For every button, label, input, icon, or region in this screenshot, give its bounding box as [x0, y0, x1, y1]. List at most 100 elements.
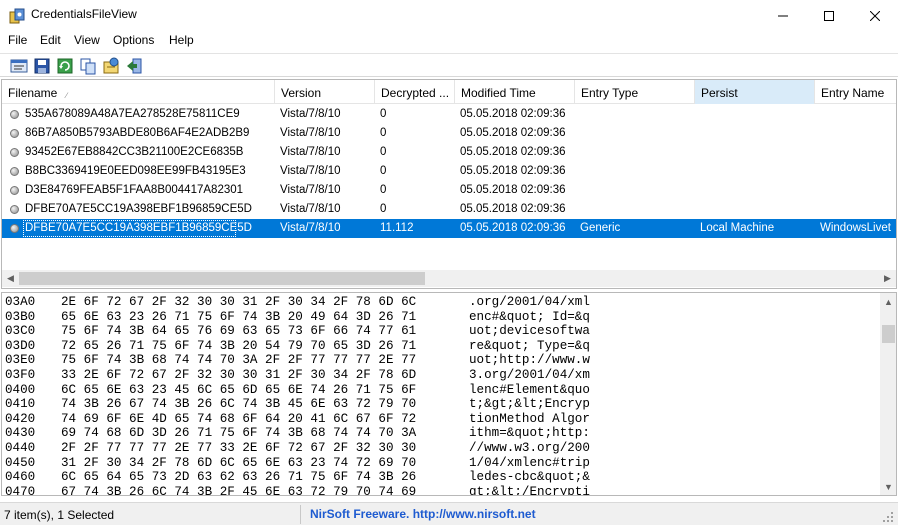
status-bar: 7 item(s), 1 Selected NirSoft Freeware. … — [0, 502, 898, 525]
table-row[interactable]: DFBE70A7E5CC19A398EBF1B96859CE5D Vista/7/… — [2, 219, 896, 238]
column-header-version[interactable]: Version — [275, 80, 375, 104]
column-header-decrypted[interactable]: Decrypted ... — [375, 80, 455, 104]
title-bar: CredentialsFileView — [0, 0, 898, 31]
hex-bytes: 67 74 3B 26 6C 74 3B 2F 45 6E 63 72 79 7… — [61, 484, 417, 496]
nirsoft-link[interactable]: NirSoft Freeware. http://www.nirsoft.net — [310, 507, 536, 521]
cell-persist — [700, 200, 815, 219]
hex-offset: 03B0 — [5, 309, 36, 324]
column-label: Persist — [701, 86, 738, 100]
toolbar — [0, 53, 898, 77]
table-row[interactable]: DFBE70A7E5CC19A398EBF1B96859CE5D Vista/7/… — [2, 200, 896, 219]
maximize-button[interactable] — [806, 0, 852, 31]
cell-modified-time: 05.05.2018 02:09:36 — [460, 146, 566, 158]
column-label: Version — [281, 86, 322, 100]
menu-bar: File Edit View Options Help — [0, 31, 898, 51]
credential-file-icon — [10, 186, 19, 195]
hex-bytes: 74 3B 26 67 74 3B 26 6C 74 3B 45 6E 63 7… — [61, 397, 417, 412]
menu-view[interactable]: View — [74, 33, 100, 47]
scroll-left-icon[interactable]: ◀ — [2, 270, 19, 287]
table-row[interactable]: 86B7A850B5793ABDE80B6AF4E2ADB2B9 Vista/7/… — [2, 124, 896, 143]
scroll-up-icon[interactable]: ▲ — [880, 293, 896, 310]
cell-filename: B8BC3369419E0EED098EE99FB43195E3 — [25, 165, 246, 177]
menu-help[interactable]: Help — [169, 33, 194, 47]
hex-offset: 03E0 — [5, 353, 36, 368]
refresh-icon[interactable] — [56, 57, 74, 75]
cell-version: Vista/7/8/10 — [280, 127, 341, 139]
credential-file-icon — [10, 224, 19, 233]
html-report-icon[interactable] — [102, 57, 120, 75]
exit-icon[interactable] — [125, 57, 143, 75]
status-divider — [300, 505, 301, 524]
hex-ascii: .org/2001/04/xml — [469, 295, 590, 309]
horizontal-scrollbar[interactable]: ◀ ▶ — [2, 270, 896, 287]
resize-grip-icon[interactable] — [882, 511, 894, 523]
menu-edit[interactable]: Edit — [40, 33, 61, 47]
hex-bytes: 74 69 6F 6E 4D 65 74 68 6F 64 20 41 6C 6… — [61, 411, 417, 426]
minimize-button[interactable] — [760, 0, 806, 31]
hex-ascii: lenc#Element&quo — [469, 382, 590, 397]
column-header-persist[interactable]: Persist — [695, 80, 815, 104]
column-header-filename[interactable]: Filename ∕ — [2, 80, 275, 104]
scroll-right-icon[interactable]: ▶ — [879, 270, 896, 287]
close-icon — [870, 10, 880, 21]
hex-offset: 0410 — [5, 397, 36, 412]
cell-entry-name — [820, 162, 896, 181]
cell-decrypted: 0 — [380, 203, 387, 215]
cell-entry-name: WindowsLivet — [820, 222, 891, 234]
credential-file-icon — [10, 110, 19, 119]
menu-options[interactable]: Options — [113, 33, 154, 47]
hex-bytes: 69 74 68 6D 3D 26 71 75 6F 74 3B 68 74 7… — [61, 426, 417, 441]
hex-bytes: 65 6E 63 23 26 71 75 6F 74 3B 20 49 64 3… — [61, 309, 417, 324]
column-label: Filename — [8, 86, 58, 100]
cell-version: Vista/7/8/10 — [280, 108, 341, 120]
cell-filename: 535A678089A48A7EA278528E75811CE9 — [25, 108, 240, 120]
cell-entry-type — [580, 105, 695, 124]
hex-offset: 0470 — [5, 484, 36, 496]
hex-bytes: 72 65 26 71 75 6F 74 3B 20 54 79 70 65 3… — [61, 338, 417, 353]
cell-filename: DFBE70A7E5CC19A398EBF1B96859CE5D — [25, 222, 252, 234]
hex-dump-pane[interactable]: 03A0 2E 6F 72 67 2F 32 30 30 31 2F 30 34 … — [1, 292, 897, 496]
save-icon[interactable] — [33, 57, 51, 75]
table-row[interactable]: D3E84769FEAB5F1FAA8B004417A82301 Vista/7/… — [2, 181, 896, 200]
hex-bytes: 2F 2F 77 77 77 2E 77 33 2E 6F 72 67 2F 3… — [61, 441, 417, 455]
minimize-icon — [778, 15, 788, 16]
cell-entry-type — [580, 124, 695, 143]
column-header-modified-time[interactable]: Modified Time — [455, 80, 575, 104]
scrollbar-thumb[interactable] — [19, 272, 425, 285]
table-row[interactable]: 93452E67EB8842CC3B21100E2CE6835B Vista/7/… — [2, 143, 896, 162]
table-row[interactable]: B8BC3369419E0EED098EE99FB43195E3 Vista/7/… — [2, 162, 896, 181]
cell-persist — [700, 181, 815, 200]
scrollbar-thumb[interactable] — [882, 325, 895, 343]
hex-offset: 0460 — [5, 470, 36, 485]
table-row[interactable]: 535A678089A48A7EA278528E75811CE9 Vista/7/… — [2, 105, 896, 124]
vertical-scrollbar[interactable]: ▲ ▼ — [880, 293, 896, 495]
cell-decrypted: 0 — [380, 108, 387, 120]
hex-ascii: ledes-cbc&quot;& — [469, 470, 590, 485]
cell-filename: DFBE70A7E5CC19A398EBF1B96859CE5D — [25, 203, 252, 215]
hex-ascii: gt;&lt;/Encrypti — [469, 484, 590, 496]
credential-file-icon — [10, 205, 19, 214]
cell-version: Vista/7/8/10 — [280, 203, 341, 215]
cell-entry-name — [820, 143, 896, 162]
scroll-down-icon[interactable]: ▼ — [880, 478, 896, 495]
menu-file[interactable]: File — [8, 33, 27, 47]
credentials-list[interactable]: Filename ∕ Version Decrypted ... Modifie… — [1, 79, 897, 289]
cell-entry-type: Generic — [580, 222, 621, 234]
cell-persist — [700, 143, 815, 162]
cell-filename: 86B7A850B5793ABDE80B6AF4E2ADB2B9 — [25, 127, 250, 139]
column-header-entry-name[interactable]: Entry Name — [815, 80, 896, 104]
close-button[interactable] — [852, 0, 898, 31]
maximize-icon — [824, 10, 834, 21]
cell-persist — [700, 124, 815, 143]
column-label: Modified Time — [461, 86, 536, 100]
cell-decrypted: 11.112 — [380, 222, 414, 234]
hex-ascii: t;&gt;&lt;Encryp — [469, 397, 590, 412]
column-header-entry-type[interactable]: Entry Type — [575, 80, 695, 104]
hex-bytes: 75 6F 74 3B 64 65 76 69 63 65 73 6F 66 7… — [61, 324, 417, 339]
credential-file-icon — [10, 167, 19, 176]
hex-bytes: 2E 6F 72 67 2F 32 30 30 31 2F 30 34 2F 7… — [61, 295, 417, 309]
properties-icon[interactable] — [10, 57, 28, 75]
hex-offset: 03A0 — [5, 295, 36, 309]
copy-icon[interactable] — [79, 57, 97, 75]
cell-modified-time: 05.05.2018 02:09:36 — [460, 165, 566, 177]
